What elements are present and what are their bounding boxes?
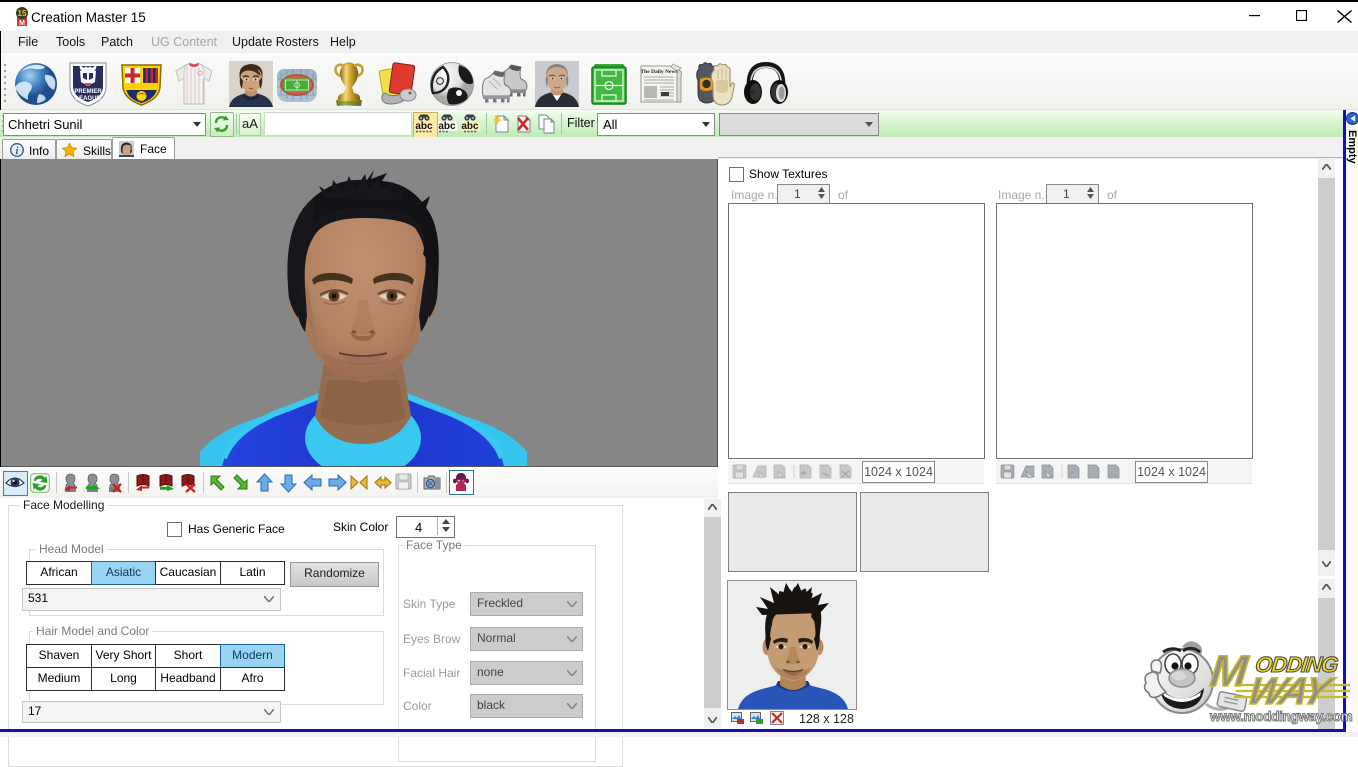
svg-text:15: 15 xyxy=(18,9,27,18)
svg-text:The Daily News: The Daily News xyxy=(641,69,678,75)
svg-text:abc: abc xyxy=(461,121,479,132)
svg-text:www.moddingway.com: www.moddingway.com xyxy=(1209,709,1353,724)
svg-text:i: i xyxy=(16,146,19,157)
svg-text:abc: abc xyxy=(438,121,456,132)
svg-text:PREMIER: PREMIER xyxy=(74,89,102,95)
svg-text:M: M xyxy=(1208,647,1251,696)
svg-text:LEAGUE: LEAGUE xyxy=(75,96,100,102)
svg-text:abc: abc xyxy=(415,121,433,132)
svg-text:M: M xyxy=(19,20,25,27)
svg-text:WAY: WAY xyxy=(1242,671,1338,713)
